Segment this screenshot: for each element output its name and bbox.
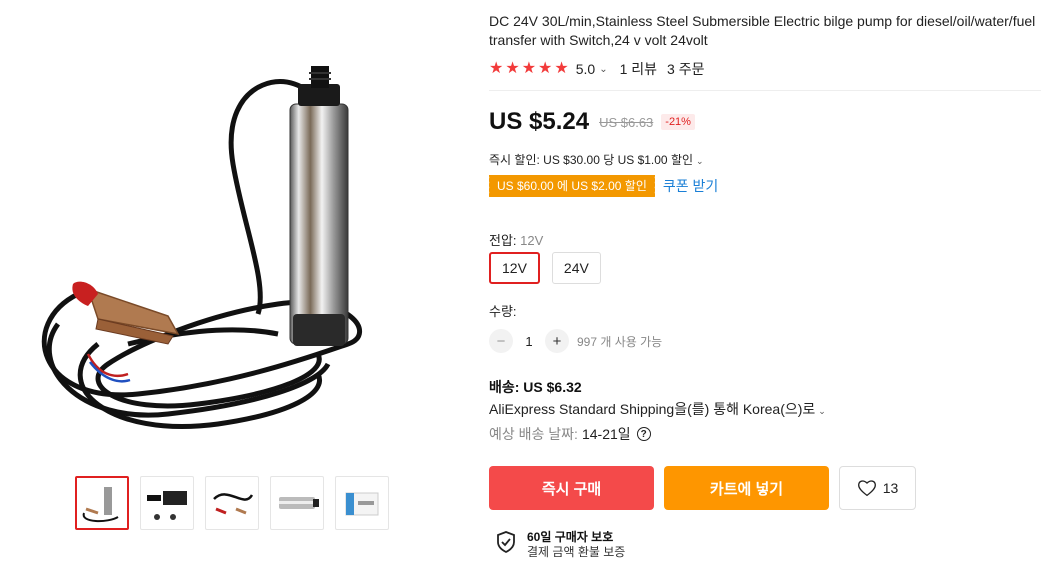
chevron-down-icon[interactable]: ⌄ — [599, 64, 607, 75]
eta-value: 14-21일 — [581, 426, 631, 442]
main-product-image[interactable] — [18, 44, 406, 454]
wishlist-count: 13 — [882, 480, 899, 496]
orders-count: 3 주문 — [667, 61, 705, 77]
delivery-estimate: 예상 배송 날짜: 14-21일 ? — [489, 424, 651, 444]
discount-badge: -21% — [661, 114, 695, 130]
star-icon: ★ — [521, 60, 537, 77]
quantity-label: 수량: — [489, 304, 517, 319]
rating-stars: ★ ★ ★ ★ ★ — [489, 61, 569, 77]
get-coupon-link[interactable]: 쿠폰 받기 — [663, 176, 718, 196]
shipping-fee: 배송: US $6.32 — [489, 379, 582, 395]
star-icon: ★ — [505, 60, 520, 77]
voltage-label: 전압: 12V — [489, 230, 543, 249]
shipping-method-text: AliExpress Standard Shipping을(를) 통해 Kore… — [489, 401, 816, 417]
minus-icon[interactable]: − — [489, 329, 513, 353]
instant-discount[interactable]: 즉시 할인: US $30.00 당 US $1.00 할인 ⌄ — [489, 151, 704, 168]
shipping-method[interactable]: AliExpress Standard Shipping을(를) 통해 Kore… — [489, 399, 826, 419]
variant-24v[interactable]: 24V — [551, 252, 601, 284]
chevron-down-icon[interactable]: ⌄ — [818, 406, 826, 416]
heart-icon — [857, 480, 876, 497]
voltage-options: 12V 24V — [489, 252, 601, 284]
thumbnail-strip — [75, 476, 389, 530]
plus-icon[interactable]: + — [545, 329, 569, 353]
chevron-down-icon[interactable]: ⌄ — [696, 156, 704, 166]
variant-12v[interactable]: 12V — [489, 252, 540, 284]
coupon-row: US $60.00 에 US $2.00 할인 쿠폰 받기 — [487, 175, 718, 197]
product-title: DC 24V 30L/min,Stainless Steel Submersib… — [489, 13, 1036, 48]
wishlist-button[interactable]: 13 — [839, 466, 916, 510]
protection-title: 60일 구매자 보호 — [527, 530, 614, 544]
voltage-label-text: 전압: — [489, 233, 517, 248]
divider — [489, 90, 1041, 91]
reviews-link[interactable]: 1 리뷰 — [620, 59, 657, 79]
rating-row: ★ ★ ★ ★ ★ 5.0 ⌄ 1 리뷰 3 주문 — [489, 59, 1049, 79]
add-to-cart-button[interactable]: 카트에 넣기 — [664, 466, 829, 510]
buyer-protection: 60일 구매자 보호 결제 금액 환불 보증 — [495, 530, 625, 560]
thumbnail-5[interactable] — [335, 476, 389, 530]
price-row: US $5.24 US $6.63 -21% — [489, 108, 695, 136]
star-icon: ★ — [554, 60, 569, 77]
instant-discount-text: 즉시 할인: US $30.00 당 US $1.00 할인 — [489, 153, 694, 167]
original-price: US $6.63 — [599, 114, 654, 130]
current-price: US $5.24 — [489, 108, 590, 135]
thumbnail-2[interactable] — [140, 476, 194, 530]
star-icon: ★ — [538, 60, 553, 77]
protection-subtitle: 결제 금액 환불 보증 — [527, 545, 626, 559]
thumbnail-1[interactable] — [75, 476, 129, 530]
action-buttons: 즉시 구매 카트에 넣기 13 — [489, 466, 916, 510]
coupon-tag: US $60.00 에 US $2.00 할인 — [487, 175, 655, 197]
help-icon[interactable]: ? — [636, 427, 651, 441]
shield-check-icon — [497, 531, 515, 554]
quantity-value[interactable]: 1 — [513, 334, 545, 349]
thumbnail-3[interactable] — [205, 476, 259, 530]
star-icon: ★ — [489, 60, 504, 77]
thumbnail-4[interactable] — [270, 476, 324, 530]
product-info-panel: DC 24V 30L/min,Stainless Steel Submersib… — [487, 0, 1049, 559]
rating-value[interactable]: 5.0 — [576, 61, 595, 77]
buy-now-button[interactable]: 즉시 구매 — [489, 466, 654, 510]
voltage-selected-text: 12V — [520, 233, 544, 248]
stock-available: 997 개 사용 가능 — [577, 334, 663, 349]
eta-label: 예상 배송 날짜: — [489, 426, 578, 442]
quantity-stepper: − 1 + 997 개 사용 가능 — [489, 329, 662, 353]
